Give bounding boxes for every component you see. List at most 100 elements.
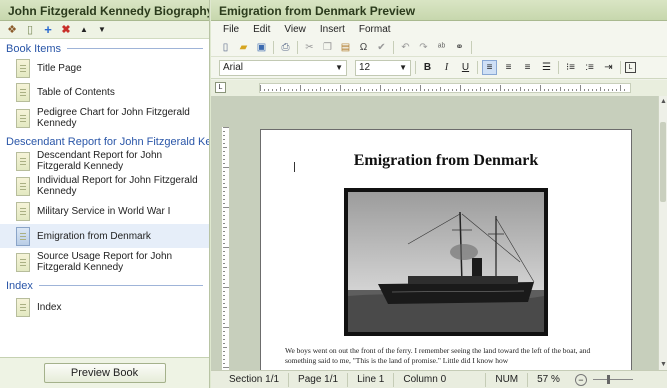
binoculars-icon[interactable]: ⚭ (453, 41, 466, 54)
ruler-tick (223, 203, 225, 204)
ruler-tick (548, 89, 549, 91)
item-label: Source Usage Report for John Fitzgerald … (37, 251, 173, 273)
ruler-tick (223, 291, 225, 292)
scroll-up-icon[interactable]: ▲ (659, 98, 667, 105)
ruler-tick (223, 343, 225, 344)
ruler-tick (223, 147, 227, 148)
ruler-tick (223, 175, 225, 176)
ruler-tick (272, 89, 273, 91)
section-book-items[interactable]: Book Items (0, 41, 209, 56)
font-size-select[interactable]: 12 ▼ (355, 59, 411, 76)
preview-book-button[interactable]: Preview Book (43, 363, 166, 383)
ruler-tick (284, 89, 285, 91)
ruler-tick (223, 283, 225, 284)
font-name-select[interactable]: Arial ▼ (219, 59, 347, 76)
save-icon[interactable]: ▣ (255, 41, 268, 54)
ruler-tick (223, 331, 225, 332)
list-item-pedigree-chart[interactable]: Pedigree Chart for John Fitzgerald Kenne… (0, 104, 209, 132)
list-item-emigration-from-denmark[interactable]: Emigration from Denmark (0, 224, 209, 248)
list-item-individual-report[interactable]: Individual Report for John Fitzgerald Ke… (0, 173, 209, 199)
ruler-tick (223, 167, 229, 168)
page-border-icon[interactable]: L (625, 62, 636, 73)
menu-file[interactable]: File (223, 24, 239, 35)
menu-insert[interactable]: Insert (320, 24, 345, 35)
copy-icon[interactable]: ❐ (321, 41, 334, 54)
ruler-tick (544, 89, 545, 91)
horizontal-ruler[interactable] (259, 83, 631, 93)
menu-edit[interactable]: Edit (253, 24, 270, 35)
cut-icon[interactable]: ✂ (303, 41, 316, 54)
chart-document-icon (16, 108, 30, 128)
ruler-tick (223, 143, 225, 144)
section-index[interactable]: Index (0, 278, 209, 293)
add-icon[interactable]: + (42, 23, 54, 36)
ruler-tick (223, 223, 225, 224)
ship-photo[interactable] (344, 188, 548, 336)
redo-icon[interactable]: ↷ (417, 41, 430, 54)
ruler-tick (223, 127, 229, 128)
ruler-tick (223, 187, 227, 188)
menu-view[interactable]: View (284, 24, 306, 35)
open-folder-icon[interactable]: ▰ (237, 41, 250, 54)
spellcheck-icon[interactable]: ✔ (375, 41, 388, 54)
scroll-thumb[interactable] (660, 122, 666, 202)
align-center-icon[interactable]: ≡ (501, 60, 516, 75)
zoom-out-icon[interactable]: − (574, 373, 587, 386)
indent-icon[interactable]: ⇥ (601, 60, 616, 75)
document-icon (16, 151, 30, 171)
document-canvas: Emigration from Denmark We boys went on … (211, 96, 658, 370)
scroll-down-icon[interactable]: ▼ (659, 361, 667, 368)
menu-bar: File Edit View Insert Format (211, 21, 667, 38)
zoom-slider[interactable] (592, 375, 633, 384)
print-icon[interactable]: ⎙ (279, 41, 292, 54)
zoom-slider-knob[interactable] (606, 375, 610, 384)
tools-icon[interactable]: ❖ (6, 24, 18, 36)
toolbar-separator (393, 40, 394, 54)
list-item-military-service[interactable]: Military Service in World War I (0, 199, 209, 224)
ruler-tick (384, 89, 385, 91)
ruler-tick (312, 89, 313, 91)
new-document-icon[interactable]: ▯ (219, 41, 232, 54)
delete-icon[interactable]: ✖ (60, 24, 72, 36)
item-label: Pedigree Chart for John Fitzgerald Kenne… (37, 107, 190, 129)
ruler-tick (452, 89, 453, 91)
tab-stop-selector[interactable]: L (215, 82, 226, 93)
align-left-icon[interactable]: ≡ (482, 60, 497, 75)
font-size-value: 12 (359, 62, 371, 73)
list-item-descendant-report[interactable]: Descendant Report for John Fitzgerald Ke… (0, 149, 209, 173)
ruler-tick (492, 89, 493, 91)
list-item-source-usage-report[interactable]: Source Usage Report for John Fitzgerald … (0, 248, 209, 276)
list-item-title-page[interactable]: Title Page (0, 56, 209, 80)
ruler-tick (584, 89, 585, 91)
document-icon (16, 297, 30, 317)
list-item-index[interactable]: Index (0, 293, 209, 321)
justify-icon[interactable]: ☰ (539, 60, 554, 75)
move-up-icon[interactable]: ▲ (78, 24, 90, 36)
bold-icon[interactable]: B (420, 60, 435, 75)
underline-icon[interactable]: U (458, 60, 473, 75)
vertical-ruler[interactable] (221, 126, 230, 370)
italic-icon[interactable]: I (439, 60, 454, 75)
numbered-list-icon[interactable]: ⁝≡ (563, 60, 578, 75)
menu-format[interactable]: Format (359, 24, 391, 35)
chevron-down-icon: ▼ (399, 62, 407, 72)
document-icon (16, 82, 30, 102)
section-descendant-report[interactable]: Descendant Report for John Fitzgerald Ke… (0, 134, 209, 149)
paste-icon[interactable]: ▤ (339, 41, 352, 54)
standard-toolbar: ▯ ▰ ▣ ⎙ ✂ ❐ ▤ Ω ✔ ↶ ↷ ᵃᵇ ⚭ (211, 38, 667, 57)
ruler-tick (223, 275, 225, 276)
move-down-icon[interactable]: ▼ (96, 24, 108, 36)
ruler-tick (223, 211, 225, 212)
document-page[interactable]: Emigration from Denmark We boys went on … (260, 129, 632, 370)
undo-icon[interactable]: ↶ (399, 41, 412, 54)
find-replace-icon[interactable]: ᵃᵇ (435, 41, 448, 54)
ruler-tick (223, 247, 229, 248)
list-item-table-of-contents[interactable]: Table of Contents (0, 80, 209, 104)
bulleted-list-icon[interactable]: :≡ (582, 60, 597, 75)
ruler-tick (532, 89, 533, 91)
align-right-icon[interactable]: ≡ (520, 60, 535, 75)
omega-symbol-icon[interactable]: Ω (357, 41, 370, 54)
app-window: John Fitzgerald Kennedy Biography ❖ ▯ + … (0, 0, 667, 388)
vertical-scrollbar[interactable]: ▲ ▼ (658, 96, 667, 370)
new-item-icon[interactable]: ▯ (24, 24, 36, 36)
